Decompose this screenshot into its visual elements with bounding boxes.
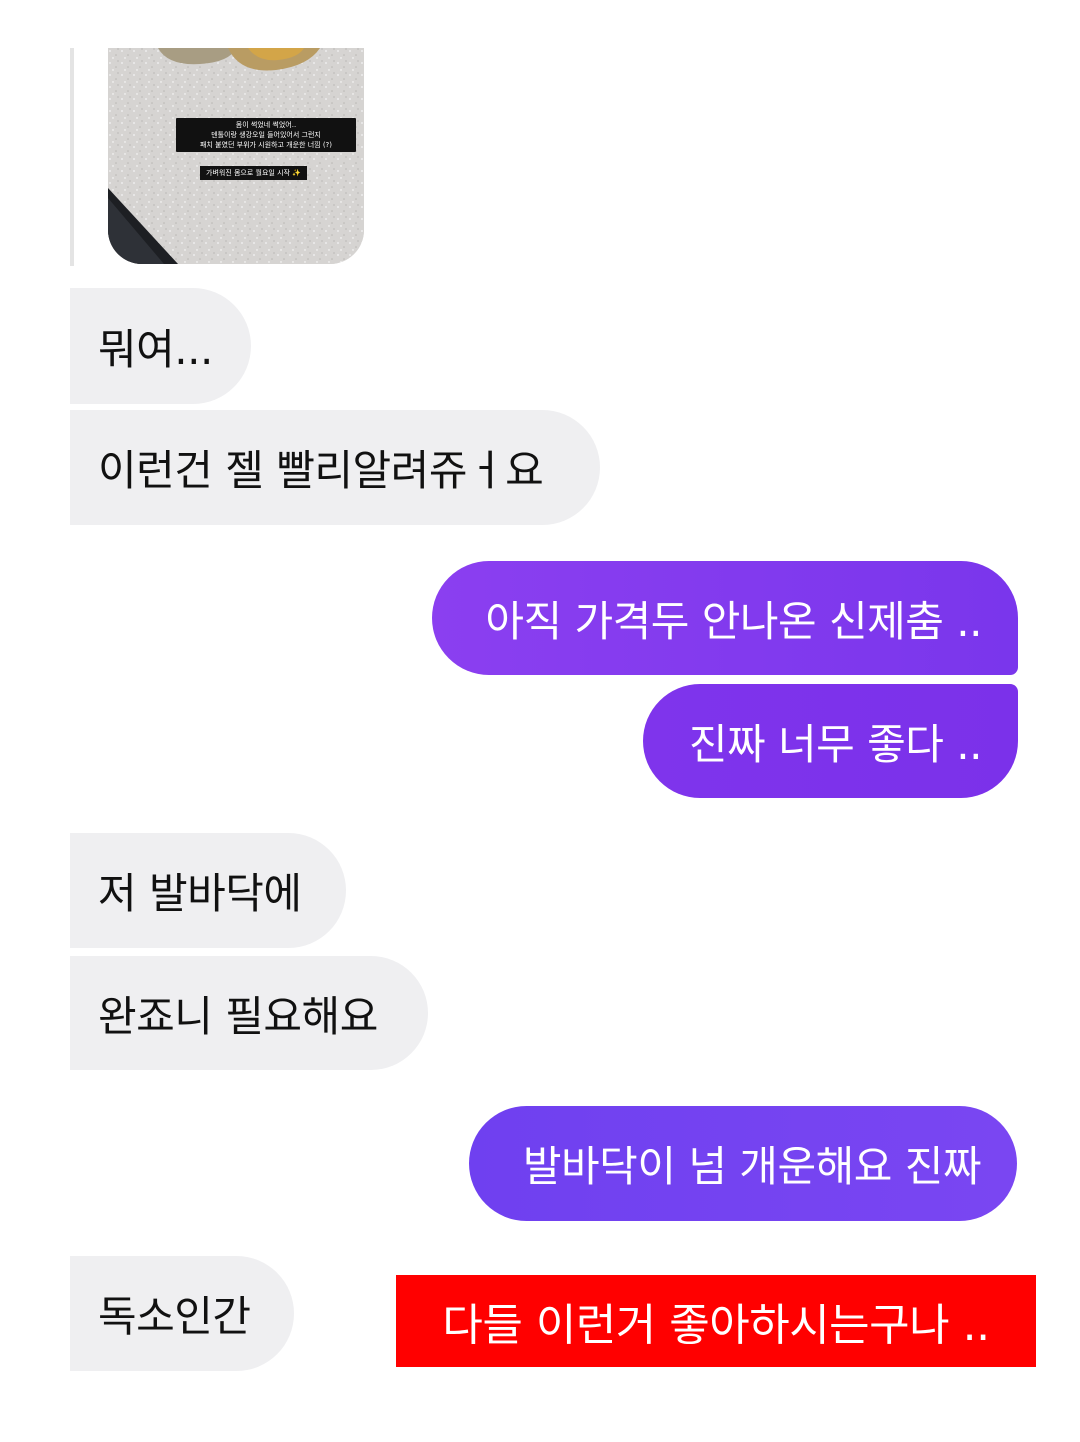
story-caption-line: 덴톨이랑 생강오일 들어있어서 그런지: [211, 131, 321, 139]
story-image: [108, 48, 364, 264]
incoming-message[interactable]: 독소인간: [70, 1256, 294, 1371]
incoming-message[interactable]: 완죠니 필요해요: [70, 956, 428, 1070]
incoming-message[interactable]: 뭐여...: [70, 288, 251, 404]
reply-quote-bar: [70, 48, 74, 266]
incoming-message[interactable]: 이런건 젤 빨리알려쥬ㅓ요: [70, 410, 600, 525]
outgoing-message[interactable]: 아직 가격두 안나온 신제춤 ..: [432, 561, 1018, 675]
story-caption: 몸이 썩었네 썩었어.. 덴톨이랑 생강오일 들어있어서 그런지 패치 붙였던 …: [176, 118, 356, 152]
story-reply-thumbnail[interactable]: 몸이 썩었네 썩었어.. 덴톨이랑 생강오일 들어있어서 그런지 패치 붙였던 …: [108, 48, 364, 264]
outgoing-message[interactable]: 진짜 너무 좋다 ..: [643, 684, 1018, 798]
incoming-message[interactable]: 저 발바닥에: [70, 833, 346, 948]
overlay-caption: 다들 이런거 좋아하시는구나 ..: [396, 1275, 1036, 1367]
story-tag: 가벼워진 몸으로 월요일 시작 ✨: [200, 166, 307, 180]
outgoing-message[interactable]: 발바닥이 넘 개운해요 진짜: [469, 1106, 1017, 1221]
story-caption-line: 패치 붙였던 부위가 시원하고 개운한 너낌 (?): [199, 141, 332, 149]
story-caption-line: 몸이 썩었네 썩었어..: [235, 121, 297, 129]
